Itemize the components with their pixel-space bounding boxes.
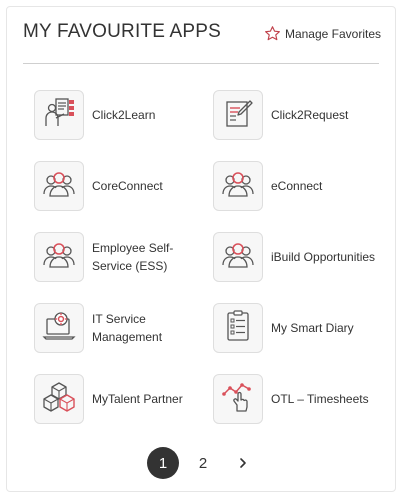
app-label: Employee Self-Service (ESS) xyxy=(92,241,174,273)
app-it-service-management[interactable]: IT Service Management xyxy=(34,303,209,353)
app-label: Click2Request xyxy=(271,108,349,122)
app-otl-timesheets[interactable]: OTL – Timesheets xyxy=(213,374,388,424)
favourite-apps-card: MY FAVOURITE APPS Manage Favorites Click… xyxy=(6,6,396,492)
app-tile xyxy=(34,232,84,282)
people-group-icon xyxy=(42,169,76,204)
app-ibuild-opportunities[interactable]: iBuild Opportunities xyxy=(213,232,388,282)
app-label: eConnect xyxy=(271,179,323,193)
app-label: Click2Learn xyxy=(92,108,156,122)
checklist-icon xyxy=(223,309,253,348)
page-title: MY FAVOURITE APPS xyxy=(23,21,222,42)
page-2-button[interactable]: 2 xyxy=(187,447,219,479)
app-click2request[interactable]: Click2Request xyxy=(213,90,388,140)
app-tile xyxy=(213,161,263,211)
app-tile xyxy=(34,303,84,353)
chart-touch-icon xyxy=(221,380,255,419)
learning-icon xyxy=(42,96,76,135)
manage-favorites-link[interactable]: Manage Favorites xyxy=(264,25,381,42)
app-label: CoreConnect xyxy=(92,179,163,193)
app-label: MyTalent Partner xyxy=(92,392,183,406)
people-group-icon xyxy=(42,240,76,275)
cubes-icon xyxy=(41,380,77,419)
app-coreconnect[interactable]: CoreConnect xyxy=(34,161,209,211)
card-header: MY FAVOURITE APPS Manage Favorites xyxy=(23,21,381,51)
app-tile xyxy=(213,374,263,424)
star-outline-icon xyxy=(264,25,281,42)
laptop-support-icon xyxy=(42,310,76,347)
chevron-right-icon xyxy=(234,458,252,476)
form-request-icon xyxy=(221,96,255,135)
people-group-icon xyxy=(221,169,255,204)
app-econnect[interactable]: eConnect xyxy=(213,161,388,211)
app-tile xyxy=(34,374,84,424)
app-tile xyxy=(213,232,263,282)
app-tile xyxy=(34,90,84,140)
page-1-button[interactable]: 1 xyxy=(147,447,179,479)
next-page-button[interactable] xyxy=(234,454,252,472)
app-label: OTL – Timesheets xyxy=(271,392,369,406)
app-label: iBuild Opportunities xyxy=(271,250,376,264)
app-label: My Smart Diary xyxy=(271,321,354,335)
pagination: 1 2 xyxy=(7,447,395,479)
app-label: IT Service Management xyxy=(92,312,163,344)
app-employee-self-service[interactable]: Employee Self-Service (ESS) xyxy=(34,232,209,282)
app-tile xyxy=(34,161,84,211)
app-my-smart-diary[interactable]: My Smart Diary xyxy=(213,303,388,353)
people-group-icon xyxy=(221,240,255,275)
app-click2learn[interactable]: Click2Learn xyxy=(34,90,209,140)
manage-favorites-label: Manage Favorites xyxy=(284,26,381,41)
page-number: 1 xyxy=(158,454,168,472)
header-divider xyxy=(23,63,379,64)
app-tile xyxy=(213,90,263,140)
page-number: 2 xyxy=(198,454,208,472)
app-mytalent-partner[interactable]: MyTalent Partner xyxy=(34,374,209,424)
app-tile xyxy=(213,303,263,353)
